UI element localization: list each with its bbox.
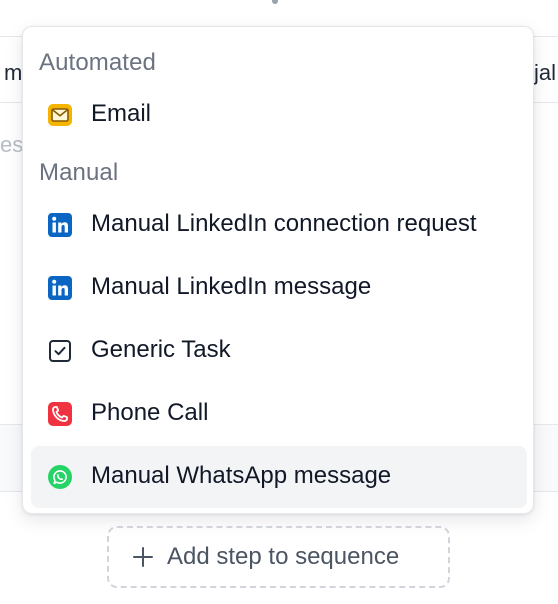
- bg-step-title-right: jal: [534, 60, 557, 85]
- phone-icon: [47, 401, 73, 427]
- menu-item-linkedin-message[interactable]: Manual LinkedIn message: [31, 257, 527, 319]
- page: m jal ess Automated Email Manual: [0, 0, 558, 604]
- section-label-manual: Manual: [39, 159, 119, 186]
- menu-item-label: Manual WhatsApp message: [91, 462, 392, 489]
- menu-item-linkedin-connection-request[interactable]: Manual LinkedIn connection request: [31, 194, 527, 256]
- bg-step-title-left: m: [4, 60, 22, 85]
- menu-item-whatsapp-message[interactable]: Manual WhatsApp message: [31, 446, 527, 508]
- whatsapp-icon: [47, 464, 73, 490]
- menu-item-phone-call[interactable]: Phone Call: [31, 383, 527, 445]
- step-type-dropdown-menu: Automated Email Manual Manual LinkedIn c…: [22, 26, 534, 514]
- linkedin-icon: [47, 212, 73, 238]
- add-step-label: Add step to sequence: [167, 543, 400, 570]
- menu-item-label: Generic Task: [91, 336, 231, 363]
- section-label-automated: Automated: [39, 49, 156, 76]
- top-indicator: [272, 0, 278, 4]
- bg-placeholder-text: ess: [0, 132, 22, 157]
- menu-item-email[interactable]: Email: [31, 84, 527, 146]
- plus-icon: [131, 545, 155, 569]
- email-icon: [47, 102, 73, 128]
- task-checkbox-icon: [47, 338, 73, 364]
- menu-item-label: Manual LinkedIn connection request: [91, 210, 477, 237]
- menu-item-label: Phone Call: [91, 399, 209, 426]
- menu-item-label: Manual LinkedIn message: [91, 273, 372, 300]
- add-step-button[interactable]: Add step to sequence: [107, 526, 450, 588]
- menu-item-label: Email: [91, 100, 152, 127]
- menu-item-generic-task[interactable]: Generic Task: [31, 320, 527, 382]
- linkedin-icon: [47, 275, 73, 301]
